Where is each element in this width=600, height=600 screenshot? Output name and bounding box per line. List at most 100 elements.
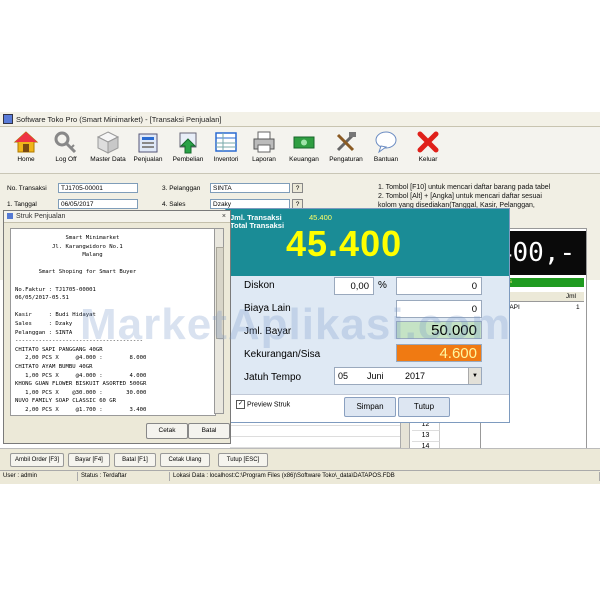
jml-column-header: Jml [565, 293, 576, 300]
logoff-label: Log Off [55, 156, 77, 163]
printer-icon [7, 213, 13, 219]
bayar-button[interactable]: Bayar [F4] [68, 453, 110, 467]
receipt-line: Malang [15, 252, 103, 259]
money-icon [293, 136, 315, 149]
biaya-lain-label: Biaya Lain [244, 303, 291, 314]
receipt-line: CHITATO SAPI PANGGANG 40GR [15, 346, 103, 353]
close-icon[interactable]: × [222, 211, 226, 222]
receipt-line: 1,00 PCS X @30.000 : 30.000 [15, 389, 147, 396]
row-number: 13 [412, 431, 440, 442]
keuangan-button[interactable]: Keuangan [284, 129, 324, 171]
status-location: Lokasi Data : localhost:C:\Program Files… [170, 472, 600, 481]
inventory-icon [215, 132, 237, 152]
total-value: 45.400 [286, 223, 403, 264]
download-icon [179, 132, 197, 154]
row-qty-cell: 1 [576, 304, 580, 311]
tutup-esc-button[interactable]: Tutup [ESC] [218, 453, 268, 467]
receipt-line: CHITATO AYAM BUMBU 40GR [15, 364, 93, 370]
keyboard-hints: 1. Tombol [F10] untuk mencari daftar bar… [378, 183, 593, 210]
chevron-down-icon[interactable]: ▼ [468, 368, 481, 384]
receipt-line: 2,00 PCS X @1.700 : 3.400 [15, 407, 147, 413]
check-icon: ✓ [236, 400, 245, 409]
penjualan-label: Penjualan [133, 156, 163, 163]
jatuh-tempo-label: Jatuh Tempo [244, 372, 302, 383]
inventori-button[interactable]: Inventori [206, 129, 246, 171]
jatuh-tempo-date-picker[interactable]: 05 Juni 2017 ▼ [334, 367, 482, 385]
home-button[interactable]: Home [6, 129, 46, 171]
cetak-button[interactable]: Cetak [146, 423, 188, 439]
receipt-paper: Smart Minimarket Jl. Karangwidoro No.1 M… [10, 228, 216, 416]
bantuan-button[interactable]: Bantuan [366, 129, 406, 171]
bantuan-label: Bantuan [373, 156, 399, 163]
tanggal-field[interactable]: 06/05/2017 [58, 199, 138, 209]
keluar-button[interactable]: Keluar [408, 129, 448, 171]
struk-dialog: Struk Penjualan × Smart Minimarket Jl. K… [3, 210, 231, 444]
logoff-button[interactable]: Log Off [46, 129, 86, 171]
receipt-line: -------------------------------------- [15, 338, 143, 345]
printer-icon [253, 131, 275, 153]
total-transaksi-label: Total Transaksi [230, 221, 285, 230]
bottom-action-bar: Ambil Order [F3] Bayar [F4] Batal [F1] C… [0, 448, 600, 469]
jml-transaksi-value: 45.400 [309, 213, 332, 222]
kekurangan-label: Kekurangan/Sisa [244, 349, 321, 360]
receipt-line: Smart Minimarket [15, 235, 120, 241]
receipt-line: NUVO FAMILY SOAP CLASSIC 60 GR [15, 398, 117, 405]
receipt-line: KHONG GUAN FLOWER BISKUIT ASORTED 500GR [15, 381, 147, 388]
receipt-line: Jl. Karangwidoro No.1 [15, 243, 123, 250]
status-registration: Status : Terdaftar [78, 472, 170, 481]
laporan-label: Laporan [252, 156, 276, 163]
cube-icon [96, 131, 120, 154]
keuangan-label: Keuangan [289, 156, 319, 163]
jml-bayar-input[interactable]: 50.000 [396, 321, 482, 339]
speech-bubble-icon [375, 131, 397, 154]
inventori-label: Inventori [213, 156, 239, 163]
home-label: Home [17, 156, 35, 163]
close-icon [417, 131, 439, 153]
payment-header: Jml. Transaksi 45.400 Total Transaksi 45… [226, 209, 509, 276]
diskon-percent-input[interactable]: 0,00 [334, 277, 374, 295]
pengaturan-button[interactable]: Pengaturan [326, 129, 366, 171]
scroll-thumb[interactable] [216, 247, 224, 339]
preview-struk-label: Preview Struk [247, 401, 291, 409]
tanggal-label: 1. Tanggal [7, 201, 37, 208]
grid-scrollbar[interactable] [400, 420, 410, 450]
hint-line: 2. Tombol [Alt] + [Angka] untuk mencari … [378, 193, 542, 200]
receipt-scrollbar[interactable] [214, 228, 224, 414]
pembelian-label: Pembelian [172, 156, 204, 163]
tools-icon [336, 132, 356, 152]
penjualan-button[interactable]: Penjualan [128, 129, 168, 171]
status-bar: User : admin Status : Terdaftar Lokasi D… [0, 470, 600, 482]
master-data-button[interactable]: Master Data [88, 129, 128, 171]
laporan-button[interactable]: Laporan [244, 129, 284, 171]
struk-title: Struk Penjualan [16, 213, 66, 220]
receipt-line: Sales : Dzaky [15, 321, 73, 327]
app-icon [3, 114, 13, 124]
batal-f1-button[interactable]: Batal [F1] [114, 453, 156, 467]
diskon-amount-input[interactable]: 0 [396, 277, 482, 295]
tempo-day: 05 [338, 371, 349, 381]
receipt-line: No.Faktur : TJ1705-00001 [15, 286, 96, 293]
no-transaksi-field[interactable]: TJ1705-00001 [58, 183, 138, 193]
ambil-order-button[interactable]: Ambil Order [F3] [10, 453, 64, 467]
cetak-ulang-button[interactable]: Cetak Ulang [160, 453, 210, 467]
tempo-year: 2017 [405, 371, 426, 381]
simpan-button[interactable]: Simpan [344, 397, 396, 417]
batal-button[interactable]: Batal [188, 423, 230, 439]
payment-dialog: Jml. Transaksi 45.400 Total Transaksi 45… [225, 208, 510, 423]
toolbar: Home Log Off Master Data Penjualan Pembe… [0, 127, 600, 174]
diskon-label: Diskon [244, 280, 275, 291]
pembelian-button[interactable]: Pembelian [168, 129, 208, 171]
pelanggan-field[interactable]: SINTA [210, 183, 290, 193]
pelanggan-lookup-button[interactable]: ? [292, 183, 303, 193]
struk-title-bar: Struk Penjualan × [4, 211, 230, 223]
cash-register-icon [138, 133, 158, 153]
tutup-button[interactable]: Tutup [398, 397, 450, 417]
preview-struk-checkbox[interactable]: ✓ Preview Struk [236, 400, 290, 409]
title-bar: Software Toko Pro (Smart Minimarket) - [… [0, 112, 600, 127]
pelanggan-label: 3. Pelanggan [162, 185, 201, 192]
kekurangan-value: 4.600 [396, 344, 482, 362]
percent-sign: % [378, 280, 387, 291]
sales-label: 4. Sales [162, 201, 186, 208]
biaya-lain-input[interactable]: 0 [396, 300, 482, 318]
hint-line: 1. Tombol [F10] untuk mencari daftar bar… [378, 184, 551, 191]
